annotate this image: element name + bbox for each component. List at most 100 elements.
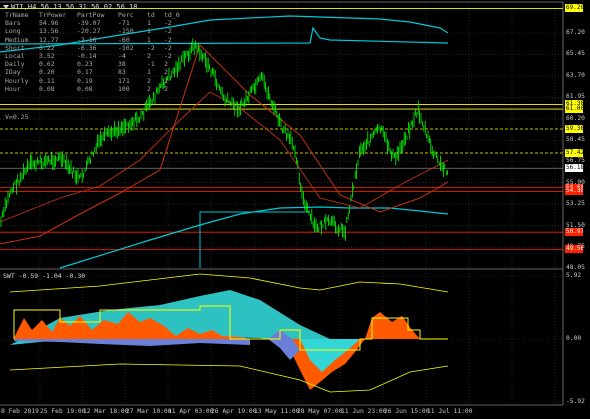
- swt-oscillator: [9, 273, 449, 393]
- price-tag: 56.18: [565, 164, 583, 173]
- sub-axis-label: 5.92: [566, 272, 582, 279]
- oscillator-header: SWT -0.59 -1.04 -0.30: [3, 272, 86, 280]
- table-cell: -71: [118, 19, 130, 28]
- price-axis-label: 63.70: [566, 71, 585, 79]
- price-axis-label: 61.95: [566, 93, 585, 101]
- table-cell: -2.16: [77, 35, 97, 44]
- table-cell: -2: [164, 43, 172, 52]
- price-tag: 54.30: [565, 187, 583, 196]
- price-axis-label: 67.20: [566, 29, 585, 36]
- upper-envelope-2: [0, 26, 449, 45]
- time-axis-label: 12 Mar 18:00: [83, 408, 129, 415]
- table-cell: PartPow: [77, 11, 105, 19]
- collapse-triangle-icon[interactable]: [3, 5, 9, 9]
- table-cell: -1: [147, 60, 155, 69]
- indicator-bands: [0, 15, 449, 269]
- time-axis-label: 11 Jul 11:00: [427, 408, 473, 415]
- table-cell: TrName: [5, 11, 29, 19]
- time-axis-label: 26 Jun 15:00: [384, 408, 430, 415]
- table-cell: 2: [147, 84, 151, 93]
- table-cell: 2: [164, 68, 168, 77]
- table-cell: IDay: [5, 68, 21, 77]
- table-cell: 1: [147, 27, 151, 36]
- table-cell: Hourly: [5, 76, 29, 85]
- price-tag: 57.42: [565, 149, 583, 158]
- time-axis-label: 11 Jun 23:00: [341, 408, 387, 415]
- table-cell: 1: [147, 19, 151, 28]
- table-cell: td: [147, 11, 155, 19]
- sub-axis-label: -5.92: [566, 398, 585, 405]
- osc-orange-area: [285, 312, 420, 390]
- table-cell: Medium: [5, 35, 29, 44]
- sub-axis-label: 0.00: [566, 335, 582, 342]
- table-cell: -2: [164, 35, 172, 44]
- volatility-label: V=0.25: [5, 113, 29, 121]
- price-axis-label: 58.45: [566, 136, 585, 144]
- table-cell: -2: [164, 27, 172, 36]
- time-axis-label: 13 May 11:00: [254, 408, 300, 415]
- price-axis-label: 60.20: [566, 114, 585, 122]
- table-cell: 171: [118, 76, 130, 85]
- price-tag: 61.00: [565, 105, 583, 114]
- table-cell: -150: [118, 27, 134, 36]
- price-tag: 49.56: [565, 245, 583, 254]
- table-cell: 0.62: [39, 60, 55, 69]
- time-axis-label: 27 Mar 10:00: [126, 408, 172, 415]
- table-cell: -2: [164, 19, 172, 28]
- table-cell: -2: [164, 51, 172, 60]
- price-axis-label: 65.45: [566, 50, 585, 58]
- table-cell: 6.22: [39, 43, 55, 52]
- table-cell: 1: [147, 35, 151, 44]
- table-cell: -2: [147, 43, 155, 52]
- table-cell: 2: [164, 76, 168, 85]
- red-envelope: [0, 44, 449, 245]
- time-axis-label: 28 May 07:00: [297, 408, 343, 415]
- time-axis-label: 26 Apr 19:00: [211, 408, 257, 415]
- table-cell: Hour: [5, 84, 21, 93]
- table-cell: 13.56: [39, 27, 59, 36]
- osc-blue-area: [14, 339, 250, 346]
- upper-envelope: [0, 15, 449, 53]
- lower-envelope: [59, 206, 449, 269]
- table-cell: 2: [147, 51, 151, 60]
- osc-yellow-lower: [9, 363, 449, 393]
- table-cell: 38: [118, 60, 126, 69]
- table-cell: Local: [5, 51, 25, 60]
- table-cell: Short: [5, 43, 25, 52]
- price-axis-label: 56.75: [566, 157, 585, 165]
- table-cell: 2: [164, 84, 168, 93]
- time-axis-label: 8 Feb 2019: [1, 408, 39, 415]
- price-axis-label: 48.05: [566, 264, 585, 271]
- table-cell: 12.77: [39, 35, 59, 44]
- table-cell: -102: [118, 43, 134, 52]
- table-cell: 83: [118, 68, 126, 77]
- price-tag: 50.97: [565, 228, 583, 237]
- table-cell: -0.14: [77, 51, 97, 60]
- table-cell: TrPower: [39, 11, 67, 19]
- table-cell: 0.08: [39, 84, 55, 93]
- price-tag: 69.20: [565, 4, 583, 13]
- table-cell: -6.36: [77, 43, 97, 52]
- table-cell: Daily: [5, 60, 25, 69]
- time-axis-label: 25 Feb 19:00: [40, 408, 86, 415]
- table-cell: -20.27: [77, 27, 101, 36]
- table-cell: 1: [147, 68, 151, 77]
- table-cell: -4: [118, 51, 126, 60]
- table-cell: 0.17: [77, 68, 93, 77]
- table-cell: 100: [118, 84, 130, 93]
- price-tag: 59.38: [565, 124, 583, 133]
- table-cell: td_0: [164, 11, 180, 19]
- chart-header: WTI,H4 56.13 56.31 56.02 56.18: [3, 3, 137, 11]
- table-cell: Long: [5, 27, 21, 36]
- table-cell: -60: [118, 35, 130, 44]
- ohlc-values: 56.13 56.31 56.02 56.18: [40, 3, 138, 11]
- table-cell: Bars: [5, 19, 21, 28]
- table-cell: 0.11: [39, 76, 55, 85]
- table-cell: 0.20: [39, 68, 55, 77]
- table-cell: 54.96: [39, 19, 59, 28]
- table-cell: 2: [164, 60, 168, 69]
- price-axis-label: 53.25: [566, 200, 585, 208]
- table-cell: 0.08: [77, 84, 93, 93]
- symbol-timeframe: WTI,H4: [11, 3, 37, 11]
- table-cell: 3.52: [39, 51, 55, 60]
